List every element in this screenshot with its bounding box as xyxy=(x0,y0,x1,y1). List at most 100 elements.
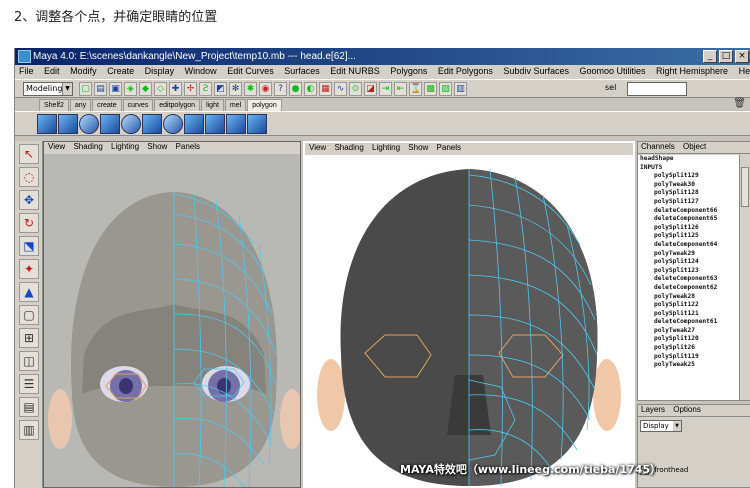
last-tool-icon[interactable]: ▲ xyxy=(19,282,39,302)
open-scene-icon[interactable]: ▤ xyxy=(94,82,107,96)
left-panel-lighting[interactable]: Lighting xyxy=(111,142,139,151)
single-view-icon[interactable]: ▢ xyxy=(19,305,39,325)
list-item[interactable]: deleteComponent63 xyxy=(638,275,740,284)
select-surfaces-icon[interactable]: ◩ xyxy=(214,82,227,96)
select-dynamics-icon[interactable]: ✱ xyxy=(244,82,257,96)
list-item[interactable]: polyTweak28 xyxy=(638,293,740,302)
list-item[interactable]: polySplit129 xyxy=(638,172,740,181)
menu-create[interactable]: Create xyxy=(103,65,138,76)
right-panel-show[interactable]: Show xyxy=(408,143,428,152)
right-panel-shading[interactable]: Shading xyxy=(334,143,363,152)
selection-input[interactable] xyxy=(627,82,687,96)
shelf-tab-any[interactable]: any xyxy=(69,99,92,111)
node-name[interactable]: headShape xyxy=(638,155,740,164)
tab-options[interactable]: Options xyxy=(673,405,701,414)
scale-tool-icon[interactable]: ⬔ xyxy=(19,236,39,256)
menu-right-hemisphere[interactable]: Right Hemisphere xyxy=(652,65,732,76)
select-rendering-icon[interactable]: ◉ xyxy=(259,82,272,96)
shelf-tab-polygon[interactable]: polygon xyxy=(247,99,282,111)
list-item[interactable]: polySplit124 xyxy=(638,258,740,267)
list-item[interactable]: deleteComponent66 xyxy=(638,207,740,216)
checker-icon[interactable] xyxy=(100,114,120,134)
graph-view-icon[interactable]: ▥ xyxy=(19,420,39,440)
menu-help[interactable]: Help xyxy=(735,65,750,76)
input-icon[interactable]: ⇥ xyxy=(379,82,392,96)
poly-cut-icon[interactable] xyxy=(226,114,246,134)
menu-goomoo-utilities[interactable]: Goomoo Utilities xyxy=(575,65,649,76)
list-item[interactable]: polySplit122 xyxy=(638,301,740,310)
poly-sphere-icon[interactable] xyxy=(79,114,99,134)
poly-cube-icon[interactable] xyxy=(58,114,78,134)
list-item[interactable]: deleteComponent62 xyxy=(638,284,740,293)
shelf-tab-mel[interactable]: mel xyxy=(224,99,247,111)
list-item[interactable]: polySplit120 xyxy=(638,335,740,344)
left-panel-view[interactable]: View xyxy=(48,142,65,151)
minimize-button[interactable]: _ xyxy=(703,50,717,63)
list-item[interactable]: polyTweak25 xyxy=(638,361,740,370)
menu-edit-curves[interactable]: Edit Curves xyxy=(223,65,278,76)
select-component-icon[interactable]: ◇ xyxy=(154,82,167,96)
shelf-tab-editpolygon[interactable]: editpolygon xyxy=(154,99,201,111)
select-hierarchy-icon[interactable]: ◈ xyxy=(124,82,137,96)
menu-edit-nurbs[interactable]: Edit NURBS xyxy=(326,65,384,76)
list-item[interactable]: deleteComponent64 xyxy=(638,241,740,250)
maximize-button[interactable]: □ xyxy=(719,50,733,63)
right-panel-view[interactable]: View xyxy=(309,143,326,152)
menu-polygons[interactable]: Polygons xyxy=(386,65,431,76)
shelf-tab-create[interactable]: create xyxy=(92,99,122,111)
render-globals-icon[interactable]: ▥ xyxy=(454,82,467,96)
poly-append-icon[interactable] xyxy=(205,114,225,134)
menu-edit[interactable]: Edit xyxy=(40,65,64,76)
select-handles-icon[interactable]: ✚ xyxy=(169,82,182,96)
shelf-tab-light[interactable]: light xyxy=(201,99,224,111)
select-deformations-icon[interactable]: ✻ xyxy=(229,82,242,96)
snap-plane-icon[interactable]: ◪ xyxy=(364,82,377,96)
save-scene-icon[interactable]: ▣ xyxy=(109,82,122,96)
left-panel-show[interactable]: Show xyxy=(147,142,167,151)
select-joints-icon[interactable]: ✢ xyxy=(184,82,197,96)
list-item[interactable]: polySplit127 xyxy=(638,198,740,207)
snap-point-icon[interactable]: ⊙ xyxy=(349,82,362,96)
tab-channels[interactable]: Channels xyxy=(641,142,675,151)
menu-window[interactable]: Window xyxy=(181,65,221,76)
poly-extrude-icon[interactable] xyxy=(163,114,183,134)
poly-mirror-icon[interactable] xyxy=(247,114,267,134)
right-viewport[interactable] xyxy=(305,155,633,486)
tab-layers[interactable]: Layers xyxy=(641,405,665,414)
poly-plane-icon[interactable] xyxy=(37,114,57,134)
hypergraph-view-icon[interactable]: ▤ xyxy=(19,397,39,417)
snap-curve-icon[interactable]: ∿ xyxy=(334,82,347,96)
select-object-icon[interactable]: ◆ xyxy=(139,82,152,96)
mode-selector[interactable]: Modeling ▼ xyxy=(23,82,73,96)
right-panel-lighting[interactable]: Lighting xyxy=(372,143,400,152)
move-tool-icon[interactable]: ✥ xyxy=(19,190,39,210)
list-item[interactable]: polySplit128 xyxy=(638,189,740,198)
two-view-icon[interactable]: ◫ xyxy=(19,351,39,371)
rotate-tool-icon[interactable]: ↻ xyxy=(19,213,39,233)
history-icon[interactable]: ⌛ xyxy=(409,82,422,96)
four-view-icon[interactable]: ⊞ xyxy=(19,328,39,348)
layer-type-selector[interactable]: Display ▼ xyxy=(640,420,682,432)
menu-subdiv-surfaces[interactable]: Subdiv Surfaces xyxy=(499,65,573,76)
new-scene-icon[interactable]: ▢ xyxy=(79,82,92,96)
trash-icon[interactable]: 🗑 xyxy=(733,98,746,109)
list-item[interactable]: polySplit119 xyxy=(638,353,740,362)
menu-modify[interactable]: Modify xyxy=(66,65,101,76)
tab-object[interactable]: Object xyxy=(683,142,706,151)
poly-split-icon[interactable] xyxy=(142,114,162,134)
poly-merge-icon[interactable] xyxy=(184,114,204,134)
left-panel-panels[interactable]: Panels xyxy=(176,142,200,151)
list-item[interactable]: polySplit125 xyxy=(638,232,740,241)
poly-smooth-icon[interactable] xyxy=(121,114,141,134)
select-misc-icon[interactable]: ? xyxy=(274,82,287,96)
menu-edit-polygons[interactable]: Edit Polygons xyxy=(434,65,497,76)
select-tool-icon[interactable]: ↖ xyxy=(19,144,39,164)
shelf-tab-curves[interactable]: curves xyxy=(122,99,154,111)
menu-file[interactable]: File xyxy=(15,65,38,76)
list-item[interactable]: polySplit123 xyxy=(638,267,740,276)
channel-scrollbar[interactable] xyxy=(739,155,750,400)
left-panel-shading[interactable]: Shading xyxy=(73,142,102,151)
menu-display[interactable]: Display xyxy=(141,65,179,76)
scrollbar-thumb[interactable] xyxy=(741,167,749,207)
lock-selection-icon[interactable]: ● xyxy=(289,82,302,96)
